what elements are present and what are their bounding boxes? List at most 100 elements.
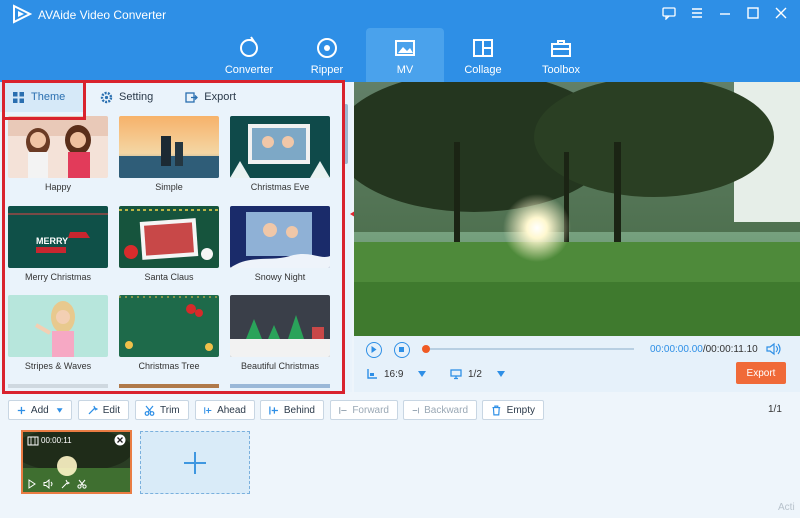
backward-button[interactable]: Backward (403, 400, 477, 420)
theme-stripes-waves[interactable]: Stripes & Waves (8, 295, 108, 377)
play-button[interactable] (366, 342, 382, 358)
scissors-icon (144, 405, 155, 416)
behind-button[interactable]: Behind (260, 400, 324, 420)
theme-label: Happy (44, 182, 71, 192)
panel-tabs: Theme Setting Export (0, 82, 352, 112)
timeline-clip[interactable]: 00:00:11 (21, 430, 132, 494)
volume-icon[interactable] (766, 342, 782, 356)
tab-label: Export (204, 91, 237, 103)
maximize-icon (747, 7, 759, 19)
play-icon[interactable] (27, 479, 37, 489)
nav-tab-collage[interactable]: Collage (444, 28, 522, 82)
behind-label: Behind (283, 404, 315, 416)
forward-label: Forward (352, 404, 389, 416)
add-button[interactable]: Add (8, 400, 72, 420)
tab-theme[interactable]: Theme (0, 82, 84, 112)
forward-button[interactable]: Forward (330, 400, 398, 420)
export-button[interactable]: Export (736, 362, 786, 384)
total-time: /00:00:11.10 (702, 344, 758, 355)
backward-label: Backward (424, 404, 468, 416)
app-title: AVAide Video Converter (38, 8, 167, 22)
tab-export[interactable]: Export (173, 82, 248, 112)
disc-icon (317, 38, 337, 58)
collage-icon (473, 39, 493, 57)
tab-setting[interactable]: Setting (88, 82, 165, 112)
theme-happy[interactable]: Happy (8, 116, 108, 198)
theme-thumbnail (230, 295, 330, 357)
progress-handle[interactable] (422, 345, 430, 353)
feedback-button[interactable] (658, 4, 680, 22)
trim-button[interactable]: Trim (135, 400, 189, 420)
theme-thumbnail (8, 295, 108, 357)
progress-bar[interactable] (424, 348, 634, 350)
menu-icon (692, 8, 702, 18)
theme-label: Snowy Night (254, 272, 306, 282)
nav-tab-label: MV (396, 64, 414, 76)
play-icon (371, 346, 377, 353)
tab-label: Setting (119, 91, 154, 103)
trash-icon (492, 405, 501, 415)
theme-merry-christmas[interactable]: MERRY Merry Christmas (8, 206, 108, 288)
close-button[interactable] (770, 4, 792, 22)
theme-scrollbar[interactable] (344, 104, 348, 164)
screen-select[interactable]: 1/2 (450, 368, 506, 380)
theme-label: Christmas Tree (138, 361, 200, 371)
theme-partial (8, 384, 108, 388)
theme-simple[interactable]: Simple (119, 116, 219, 198)
theme-christmas-tree[interactable]: Christmas Tree (119, 295, 219, 377)
nav-tab-mv[interactable]: MV (366, 28, 444, 82)
plus-icon (17, 406, 26, 414)
gear-icon (100, 91, 113, 103)
toolbox-icon (551, 40, 571, 57)
ahead-label: Ahead (217, 404, 246, 416)
scissors-icon[interactable] (77, 479, 87, 489)
theme-label: Stripes & Waves (24, 361, 92, 371)
theme-panel: Theme Setting Export Happy Simple Christ… (0, 82, 352, 392)
nav-tab-ripper[interactable]: Ripper (288, 28, 366, 82)
stop-button[interactable] (394, 342, 410, 358)
nav-tab-toolbox[interactable]: Toolbox (522, 28, 600, 82)
remove-clip-icon[interactable] (114, 434, 126, 446)
theme-beautiful-christmas[interactable]: Beautiful Christmas (230, 295, 330, 377)
title-bar: AVAide Video Converter Converter Ripper (0, 0, 800, 82)
edit-button[interactable]: Edit (78, 400, 129, 420)
film-icon (27, 436, 39, 446)
monitor-icon (450, 369, 462, 380)
theme-partial (230, 384, 330, 388)
minimize-button[interactable] (714, 4, 736, 22)
close-icon (775, 7, 787, 19)
theme-snowy-night[interactable]: Snowy Night (230, 206, 330, 288)
theme-santa-claus[interactable]: Santa Claus (119, 206, 219, 288)
maximize-button[interactable] (742, 4, 764, 22)
add-clip-slot[interactable] (140, 431, 250, 494)
forward-icon (339, 406, 347, 414)
nav-tab-label: Toolbox (542, 64, 580, 76)
minimize-icon (720, 13, 730, 15)
player-controls: 00:00:00.00/00:00:11.10 16:9 1/2 Export (354, 336, 800, 392)
add-label: Add (30, 404, 49, 416)
theme-label: Beautiful Christmas (240, 361, 320, 371)
grid-icon (13, 91, 24, 103)
theme-thumbnail (119, 295, 219, 357)
aspect-ratio-select[interactable]: 16:9 (366, 368, 427, 380)
video-preview (354, 82, 800, 336)
magic-wand-icon[interactable] (61, 479, 71, 489)
volume-icon[interactable] (43, 479, 55, 489)
main-nav: Converter Ripper MV Collage Toolbox (210, 28, 600, 82)
menu-button[interactable] (686, 4, 708, 22)
nav-tab-label: Converter (224, 64, 274, 76)
caret-down-icon (496, 371, 505, 377)
svg-text:MERRY: MERRY (36, 236, 68, 246)
theme-partial (119, 384, 219, 388)
edit-label: Edit (102, 404, 120, 416)
ahead-button[interactable]: Ahead (195, 400, 255, 420)
empty-button[interactable]: Empty (482, 400, 544, 420)
nav-tab-converter[interactable]: Converter (210, 28, 288, 82)
activation-watermark: Acti (778, 502, 795, 513)
aspect-icon (367, 369, 377, 379)
theme-christmas-eve[interactable]: Christmas Eve (230, 116, 330, 198)
theme-thumbnail (119, 116, 219, 178)
nav-tab-label: Collage (464, 64, 502, 76)
image-icon (395, 40, 415, 56)
stop-icon (399, 347, 404, 352)
